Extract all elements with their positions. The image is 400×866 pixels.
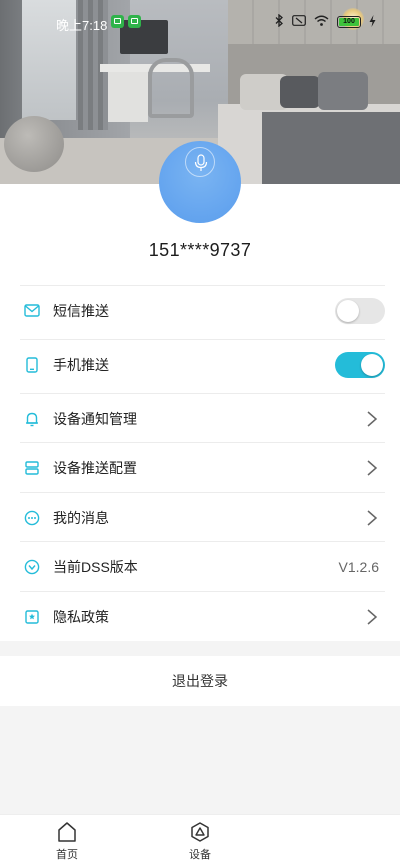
tab-device[interactable]: 设备 bbox=[160, 815, 240, 866]
status-bar: 晚上7:18 100 bbox=[0, 0, 400, 46]
server-icon bbox=[24, 460, 40, 476]
menu-item-label: 短信推送 bbox=[53, 302, 109, 319]
notification-badge-icon bbox=[111, 15, 124, 28]
wifi-icon bbox=[314, 15, 329, 29]
user-phone-number: 151****9737 bbox=[148, 240, 252, 260]
version-icon bbox=[24, 559, 40, 575]
envelope-icon bbox=[24, 303, 40, 319]
menu-item-label: 手机推送 bbox=[53, 356, 109, 373]
bottom-tab-bar: 首页 设备 bbox=[0, 814, 400, 866]
tab-label: 首页 bbox=[56, 849, 78, 861]
menu-item-sms-push: 短信推送 bbox=[20, 285, 385, 335]
status-time: 晚上7:18 bbox=[56, 18, 108, 33]
tab-label: 设备 bbox=[189, 849, 211, 861]
avatar[interactable] bbox=[159, 141, 241, 223]
sms-push-toggle[interactable] bbox=[335, 297, 385, 324]
menu-item-label: 当前DSS版本 bbox=[53, 558, 138, 575]
device-icon bbox=[191, 822, 209, 842]
microphone-icon bbox=[185, 147, 215, 177]
menu-item-label: 设备推送配置 bbox=[53, 459, 137, 476]
message-icon bbox=[24, 510, 40, 526]
menu-item-device-notification[interactable]: 设备通知管理 bbox=[20, 393, 385, 443]
chevron-right-icon bbox=[367, 509, 378, 526]
charging-icon bbox=[369, 14, 376, 30]
chevron-right-icon bbox=[367, 459, 378, 476]
chevron-right-icon bbox=[367, 608, 378, 625]
battery-icon: 100 bbox=[337, 16, 361, 28]
phone-push-toggle[interactable] bbox=[335, 351, 385, 378]
menu-item-phone-push: 手机推送 bbox=[20, 339, 385, 389]
home-icon bbox=[58, 822, 76, 842]
logout-button[interactable]: 退出登录 bbox=[0, 656, 400, 706]
dss-version-value: V1.2.6 bbox=[338, 558, 379, 575]
phone-icon bbox=[24, 356, 40, 373]
menu-item-my-messages[interactable]: 我的消息 bbox=[20, 492, 385, 542]
menu-item-dss-version: 当前DSS版本 V1.2.6 bbox=[20, 541, 385, 591]
bell-icon bbox=[24, 411, 40, 427]
notification-badge-icon bbox=[128, 15, 141, 28]
menu-item-label: 设备通知管理 bbox=[53, 410, 137, 427]
privacy-icon bbox=[24, 609, 40, 625]
menu-item-device-push-config[interactable]: 设备推送配置 bbox=[20, 442, 385, 492]
bluetooth-icon bbox=[275, 13, 284, 30]
menu-item-privacy-policy[interactable]: 隐私政策 bbox=[20, 591, 385, 641]
menu-item-label: 隐私政策 bbox=[53, 608, 109, 625]
menu-item-label: 我的消息 bbox=[53, 509, 109, 526]
chevron-right-icon bbox=[367, 410, 378, 427]
status-icons: 100 bbox=[275, 13, 376, 30]
tab-home[interactable]: 首页 bbox=[27, 815, 107, 866]
mute-icon bbox=[292, 15, 306, 29]
